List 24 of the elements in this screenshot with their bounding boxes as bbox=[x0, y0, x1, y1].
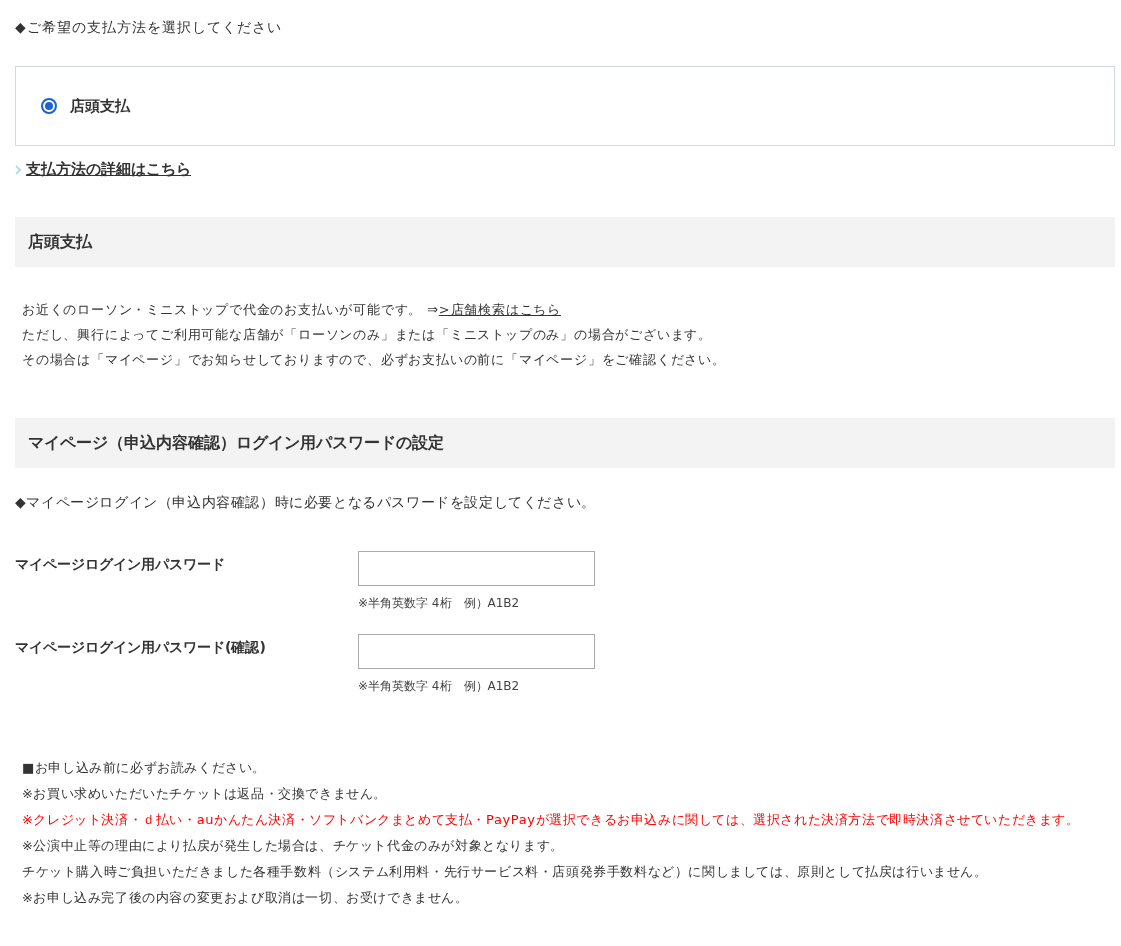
payment-prompt: ◆ご希望の支払方法を選択してください bbox=[15, 18, 283, 37]
notice-text: ※公演中止等の理由により払戻が発生した場合は、チケット代金のみが対象となります。 bbox=[22, 837, 565, 855]
chevron-icon bbox=[15, 164, 21, 175]
details-link[interactable]: 支払方法の詳細はこちら bbox=[26, 160, 191, 179]
notice-text: ※お買い求めいただいたチケットは返品・交換できません。 bbox=[22, 785, 389, 803]
password-field[interactable] bbox=[358, 634, 595, 669]
password-field[interactable] bbox=[358, 551, 595, 586]
field-hint: ※半角英数字 4桁 例）A1B2 bbox=[358, 678, 521, 695]
field-hint: ※半角英数字 4桁 例）A1B2 bbox=[358, 595, 521, 612]
field-label: マイページログイン用パスワード(確認) bbox=[15, 638, 267, 657]
notice-text: チケット購入時ご負担いただきました各種手数料（システム利用料・先行サービス料・店頭発券手数料など）に関しましては、原則として払戻は行いません。 bbox=[22, 863, 989, 881]
store-search-link[interactable]: >店舗検索はこちら bbox=[438, 302, 561, 317]
section-heading: マイページ（申込内容確認）ログイン用パスワードの設定 bbox=[15, 418, 1115, 468]
option-label: 店頭支払 bbox=[70, 96, 130, 116]
field-label: マイページログイン用パスワード bbox=[15, 555, 226, 574]
info-text: お近くのローソン・ミニストップで代金のお支払いが可能です。 ⇒>店舗検索はこちら bbox=[22, 301, 562, 319]
instruction-text: ◆マイページログイン（申込内容確認）時に必要となるパスワードを設定してください。 bbox=[15, 494, 597, 512]
section-heading: 店頭支払 bbox=[15, 217, 1115, 267]
notice-text: ■お申し込み前に必ずお読みください。 bbox=[22, 759, 268, 777]
notice-text: ※お申し込み完了後の内容の変更および取消は一切、お受けできません。 bbox=[22, 889, 470, 907]
info-text: その場合は「マイページ」でお知らせしておりますので、必ずお支払いの前に「マイページ」をご確認ください。 bbox=[22, 351, 727, 369]
notice-text: ※クレジット決済・ｄ払い・auかんたん決済・ソフトバンクまとめて支払・PayPayが選択できるお申込みに関しては、選択された決済方法で即時決済させていただきます。 bbox=[22, 811, 1081, 829]
radio-button[interactable] bbox=[41, 98, 57, 114]
info-text: ただし、興行によってご利用可能な店舗が「ローソンのみ」または「ミニストップのみ」の場合がございます。 bbox=[22, 326, 713, 344]
